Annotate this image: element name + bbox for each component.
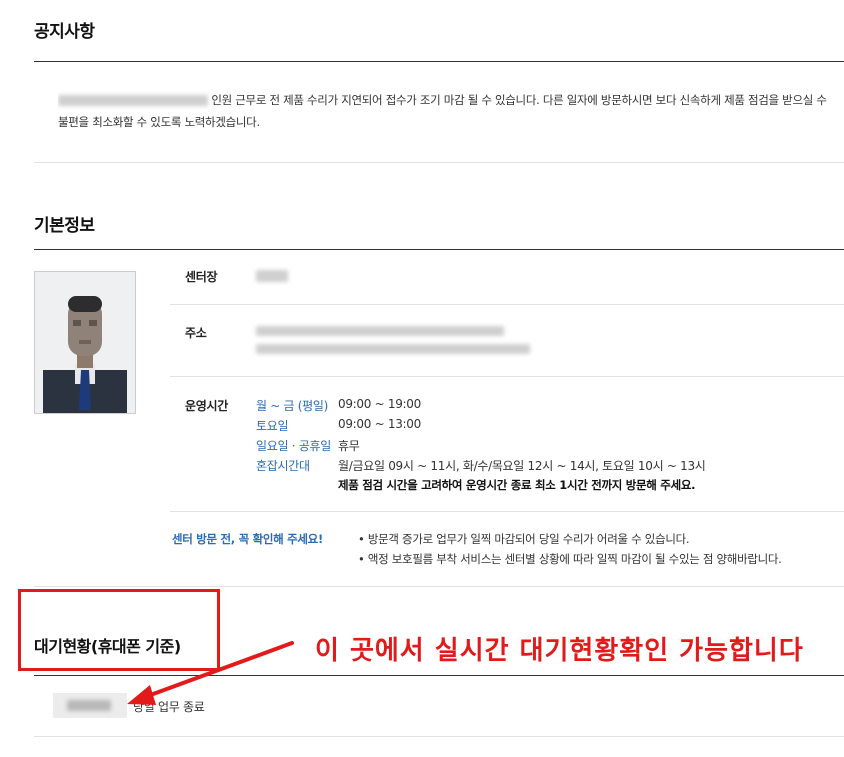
annotation-arrow-icon bbox=[127, 641, 294, 705]
